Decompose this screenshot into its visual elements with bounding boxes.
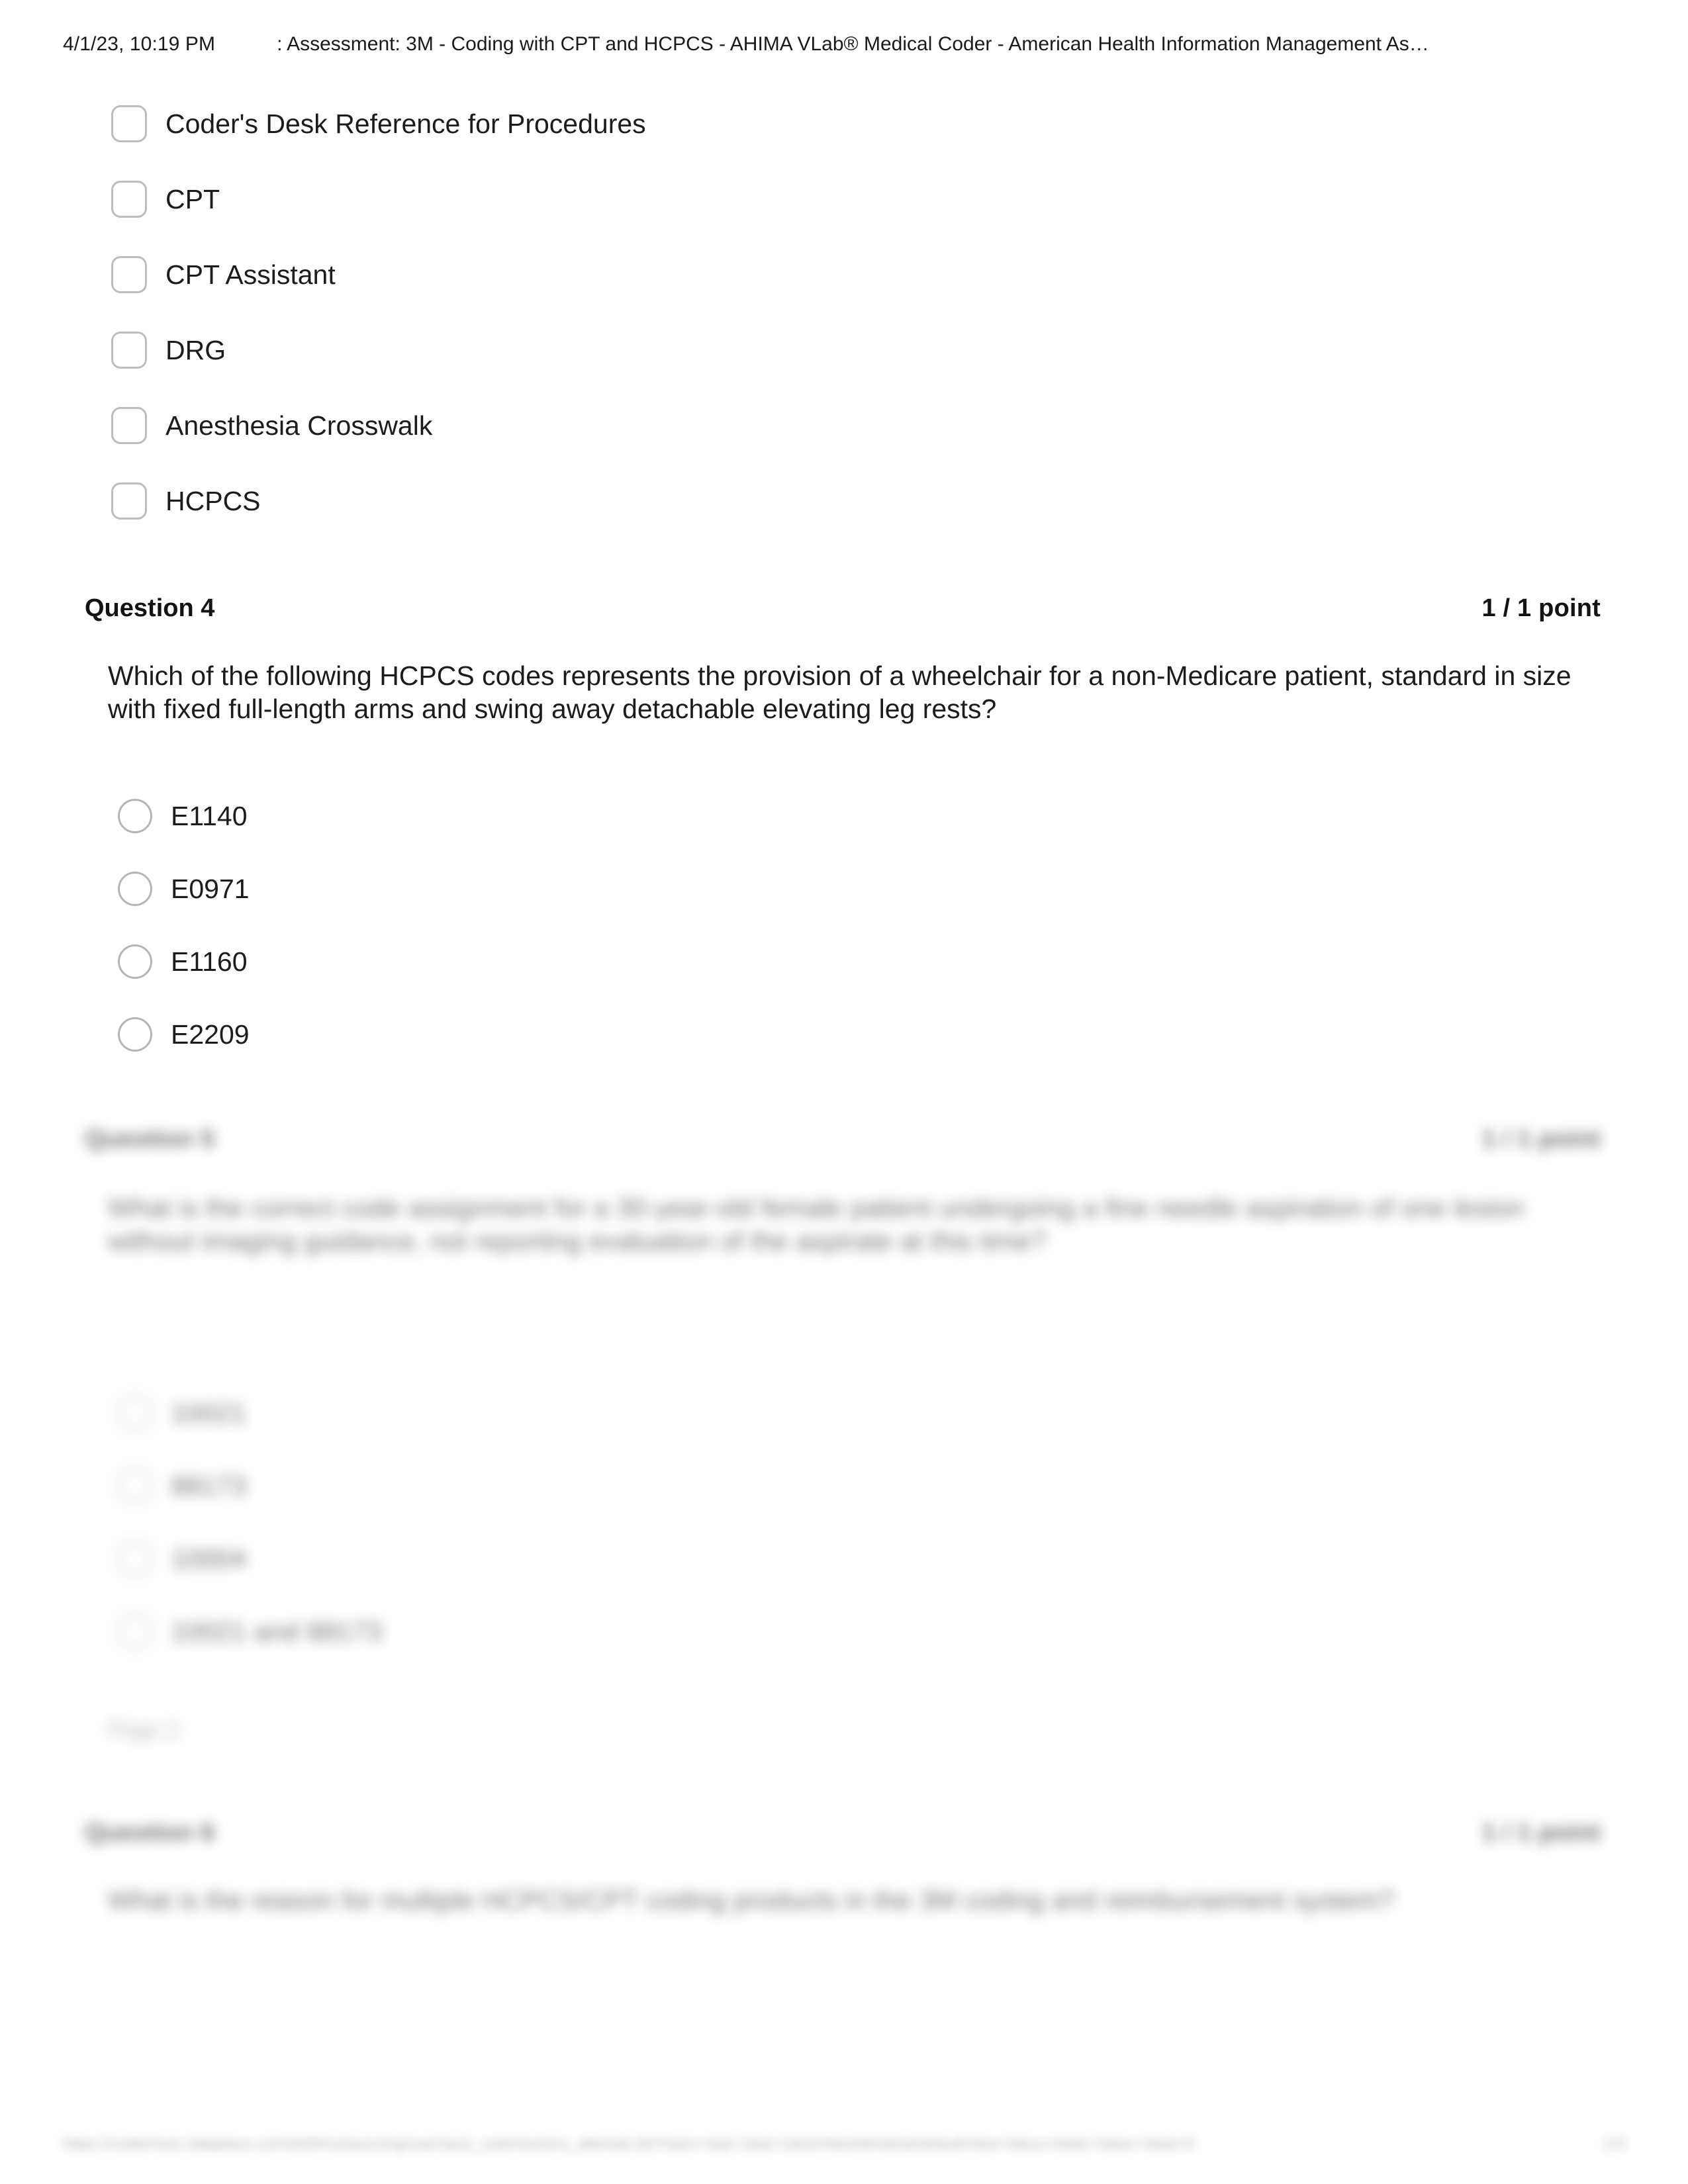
list-item[interactable]: Anesthesia Crosswalk [111, 388, 1587, 463]
question-6-prompt: What is the reason for multiple HCPCS/CP… [108, 1885, 1395, 1915]
question-4-title: Question 4 [85, 594, 215, 622]
radio-icon[interactable] [118, 1017, 152, 1052]
choice-label: E1160 [171, 946, 248, 977]
radio-icon[interactable] [118, 1541, 152, 1576]
checkbox-icon[interactable] [111, 407, 147, 444]
list-item[interactable]: 10004 [118, 1522, 1574, 1595]
radio-icon[interactable] [118, 799, 152, 833]
choice-label: Anesthesia Crosswalk [165, 410, 433, 441]
print-header: 4/1/23, 10:19 PM : Assessment: 3M - Codi… [63, 33, 1625, 62]
radio-icon[interactable] [118, 1614, 152, 1649]
choice-label: 10004 [171, 1543, 247, 1574]
question-4-options: E1140 E0971 E1160 E2209 [118, 780, 1574, 1071]
list-item[interactable]: E1140 [118, 780, 1574, 852]
radio-icon[interactable] [118, 1396, 152, 1430]
print-document-title: : Assessment: 3M - Coding with CPT and H… [277, 33, 1429, 55]
list-item[interactable]: DRG [111, 312, 1587, 388]
list-item[interactable]: 10021 [118, 1377, 1574, 1449]
question-6-header: Question 6 1 / 1 point [85, 1819, 1601, 1847]
choice-label: CPT [165, 183, 220, 214]
previous-question-choice-list: Coder's Desk Reference for Procedures CP… [111, 86, 1587, 539]
choice-label: 10021 and 88173 [171, 1615, 383, 1647]
print-footer-url: https://coderhost.vlabplace.com/d2l/lms/… [63, 2135, 1195, 2153]
checkbox-icon[interactable] [111, 181, 147, 218]
question-5-prompt: What is the correct code assignment for … [108, 1193, 1525, 1257]
choice-label: 10021 [171, 1397, 247, 1428]
choice-label: CPT Assistant [165, 259, 336, 290]
list-item[interactable]: 88173 [118, 1449, 1574, 1522]
list-item[interactable]: E2209 [118, 998, 1574, 1071]
radio-icon[interactable] [118, 872, 152, 906]
checkbox-icon[interactable] [111, 332, 147, 369]
question-5-header: Question 5 1 / 1 point [85, 1125, 1601, 1154]
checkbox-icon[interactable] [111, 256, 147, 293]
choice-label: E2209 [171, 1019, 250, 1050]
question-4-points: 1 / 1 point [1481, 594, 1601, 622]
choice-label: E1140 [171, 800, 248, 831]
question-5-points: 1 / 1 point [1481, 1125, 1601, 1153]
choice-label: HCPCS [165, 485, 261, 516]
list-item[interactable]: 10021 and 88173 [118, 1595, 1574, 1668]
print-footer: https://coderhost.vlabplace.com/d2l/lms/… [63, 2135, 1625, 2154]
question-4-prompt: Which of the following HCPCS codes repre… [108, 660, 1571, 725]
choice-label: Coder's Desk Reference for Procedures [165, 108, 646, 139]
radio-icon[interactable] [118, 1469, 152, 1503]
list-item[interactable]: HCPCS [111, 463, 1587, 539]
choice-label: DRG [165, 334, 226, 365]
list-item[interactable]: Coder's Desk Reference for Procedures [111, 86, 1587, 161]
question-5-options: 10021 88173 10004 10021 and 88173 [118, 1377, 1574, 1668]
list-item[interactable]: CPT Assistant [111, 237, 1587, 312]
question-6-points: 1 / 1 point [1481, 1819, 1601, 1846]
radio-icon[interactable] [118, 944, 152, 979]
list-item[interactable]: E0971 [118, 852, 1574, 925]
choice-label: 88173 [171, 1470, 247, 1501]
print-timestamp: 4/1/23, 10:19 PM [63, 33, 216, 55]
choice-label: E0971 [171, 873, 250, 904]
checkbox-icon[interactable] [111, 105, 147, 142]
print-footer-page-number: 1/3 [1603, 2135, 1625, 2153]
question-4-header: Question 4 1 / 1 point [85, 594, 1601, 623]
question-5-title: Question 5 [85, 1125, 215, 1153]
list-item[interactable]: CPT [111, 161, 1587, 237]
question-6-title: Question 6 [85, 1819, 215, 1846]
checkbox-icon[interactable] [111, 482, 147, 520]
question-5-page-note: Page 2 [108, 1717, 179, 1743]
list-item[interactable]: E1160 [118, 925, 1574, 998]
